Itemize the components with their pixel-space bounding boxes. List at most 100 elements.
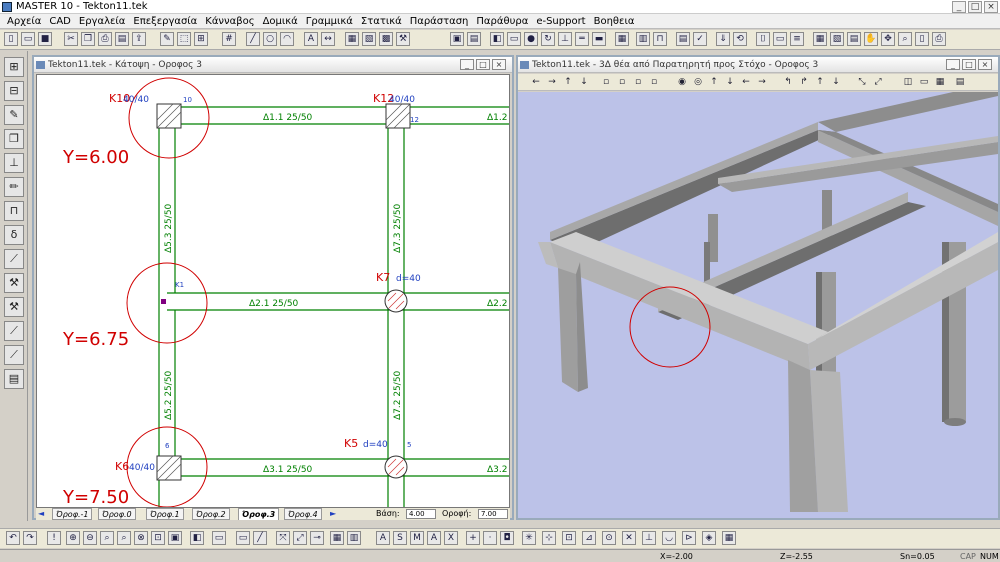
- arrow-up-icon[interactable]: ↑: [562, 76, 574, 88]
- view-front-icon[interactable]: ▫: [600, 76, 612, 88]
- beam-d7-2[interactable]: Δ7.2 25/50: [393, 370, 403, 420]
- arc-icon[interactable]: ◠: [280, 32, 294, 46]
- copy-tool-icon[interactable]: ❐: [4, 129, 24, 149]
- close-icon[interactable]: ×: [984, 1, 998, 13]
- beam-d2-1[interactable]: Δ2.1 25/50: [249, 299, 299, 309]
- pattern-icon[interactable]: ▩: [379, 32, 393, 46]
- drawing-icon[interactable]: ▦: [813, 32, 827, 46]
- roof-input[interactable]: 7.00: [478, 509, 508, 519]
- menu-help[interactable]: Βοηθεια: [590, 14, 639, 28]
- menu-structural[interactable]: Δομικά: [259, 14, 302, 28]
- column-k7[interactable]: [384, 289, 408, 313]
- beam-d7-3[interactable]: Δ7.3 25/50: [393, 203, 403, 253]
- menu-cad[interactable]: CAD: [45, 14, 75, 28]
- zoom-in-icon[interactable]: ⊕: [66, 531, 80, 545]
- move-left-icon[interactable]: ←: [740, 76, 752, 88]
- undo-icon[interactable]: ↶: [6, 531, 20, 545]
- select-icon[interactable]: ⬚: [177, 32, 191, 46]
- endpoint-icon[interactable]: ⊡: [562, 531, 576, 545]
- pan-icon[interactable]: ✥: [881, 32, 895, 46]
- column-tool-icon[interactable]: ⊞: [4, 57, 24, 77]
- measure-icon[interactable]: ⊞: [194, 32, 208, 46]
- zoom-3d-icon[interactable]: ⤡: [856, 76, 868, 88]
- plan-minimize-icon[interactable]: _: [460, 59, 474, 70]
- menu-files[interactable]: Αρχεία: [3, 14, 45, 28]
- view3d-minimize-icon[interactable]: _: [946, 59, 960, 70]
- beam-tool-icon[interactable]: ⊟: [4, 81, 24, 101]
- support-icon[interactable]: ⊥: [558, 32, 572, 46]
- view-side-icon[interactable]: ▫: [616, 76, 628, 88]
- brush-icon[interactable]: ✎: [4, 105, 24, 125]
- beam-icon[interactable]: ═: [575, 32, 589, 46]
- tab-floor-2[interactable]: Όροφ.2: [192, 508, 230, 520]
- table-icon[interactable]: ▥: [636, 32, 650, 46]
- extend-icon[interactable]: ⤢: [293, 531, 307, 545]
- mode-a-icon[interactable]: A: [376, 531, 390, 545]
- tool-a-icon[interactable]: ⚒: [4, 273, 24, 293]
- dropper2-icon[interactable]: ⟋: [4, 345, 24, 365]
- plan-close-icon[interactable]: ×: [492, 59, 506, 70]
- tab-left-arrow-icon[interactable]: ◄: [38, 508, 44, 520]
- cut-icon[interactable]: ✂: [64, 32, 78, 46]
- menu-windows[interactable]: Παράθυρα: [472, 14, 532, 28]
- crosshair-icon[interactable]: ✳: [522, 531, 536, 545]
- view3d-maximize-icon[interactable]: □: [962, 59, 976, 70]
- view2-icon[interactable]: ▤: [467, 32, 481, 46]
- layer-icon[interactable]: ▦: [345, 32, 359, 46]
- tilt-up-icon[interactable]: ↑: [814, 76, 826, 88]
- moment-icon[interactable]: ⟲: [733, 32, 747, 46]
- frame-icon[interactable]: ⊓: [653, 32, 667, 46]
- new-icon[interactable]: ▯: [4, 32, 18, 46]
- circle-icon[interactable]: ○: [263, 32, 277, 46]
- reinforce-icon[interactable]: ≡: [790, 32, 804, 46]
- sheet-icon[interactable]: ▧: [830, 32, 844, 46]
- beam-d2-2[interactable]: Δ2.2: [487, 299, 507, 309]
- intersect-icon[interactable]: ✕: [622, 531, 636, 545]
- node-k1-marker[interactable]: [161, 299, 166, 304]
- move-up-icon[interactable]: ↑: [708, 76, 720, 88]
- options-icon[interactable]: ▦: [722, 531, 736, 545]
- lock-icon[interactable]: ▣: [168, 531, 182, 545]
- highlight-icon[interactable]: ◧: [490, 32, 504, 46]
- move-right-icon[interactable]: →: [756, 76, 768, 88]
- line-icon[interactable]: ╱: [246, 32, 260, 46]
- scale-3d-icon[interactable]: ⤢: [872, 76, 884, 88]
- save-icon[interactable]: ■: [38, 32, 52, 46]
- center-icon[interactable]: ⊙: [602, 531, 616, 545]
- snap-icon[interactable]: ◧: [190, 531, 204, 545]
- beam-d1-1[interactable]: Δ1.1 25/50: [263, 113, 313, 123]
- pen-icon[interactable]: ✎: [160, 32, 174, 46]
- menu-static[interactable]: Στατικά: [357, 14, 406, 28]
- view3d-close-icon[interactable]: ×: [978, 59, 992, 70]
- mode-x-icon[interactable]: X: [444, 531, 458, 545]
- maximize-icon[interactable]: □: [968, 1, 982, 13]
- rotate-icon[interactable]: ↻: [541, 32, 555, 46]
- ruler-icon[interactable]: ⟋: [4, 249, 24, 269]
- column-k6[interactable]: [156, 455, 182, 481]
- view3d-canvas[interactable]: [518, 92, 998, 518]
- calc-icon[interactable]: ▦: [615, 32, 629, 46]
- menu-grid[interactable]: Κάνναβος: [201, 14, 258, 28]
- menu-edit[interactable]: Επεξεργασία: [129, 14, 201, 28]
- zoom-extents-icon[interactable]: ⌕: [100, 531, 114, 545]
- tab-right-arrow-icon[interactable]: ►: [330, 508, 336, 520]
- break-icon[interactable]: ⊸: [310, 531, 324, 545]
- target-icon[interactable]: ◉: [676, 76, 688, 88]
- base-input[interactable]: 4.00: [406, 509, 436, 519]
- check-icon[interactable]: ✓: [693, 32, 707, 46]
- sidebar-3d-icon[interactable]: ◫: [902, 76, 914, 88]
- minimize-icon[interactable]: _: [952, 1, 966, 13]
- mode-m-icon[interactable]: M: [410, 531, 424, 545]
- eraser-icon[interactable]: ▭: [507, 32, 521, 46]
- redraw-icon[interactable]: ⊡: [151, 531, 165, 545]
- delta-icon[interactable]: δ: [4, 225, 24, 245]
- stair-icon[interactable]: ⌷: [756, 32, 770, 46]
- nearest-icon[interactable]: ⊳: [682, 531, 696, 545]
- beam-d1-2[interactable]: Δ1.2: [487, 113, 507, 123]
- view-iso-icon[interactable]: ▫: [648, 76, 660, 88]
- printer-icon[interactable]: ⎙: [932, 32, 946, 46]
- line-tool-icon[interactable]: ╱: [253, 531, 267, 545]
- slab-icon[interactable]: ▬: [592, 32, 606, 46]
- tool-b-icon[interactable]: ⚒: [4, 297, 24, 317]
- node-snap-icon[interactable]: ⊹: [542, 531, 556, 545]
